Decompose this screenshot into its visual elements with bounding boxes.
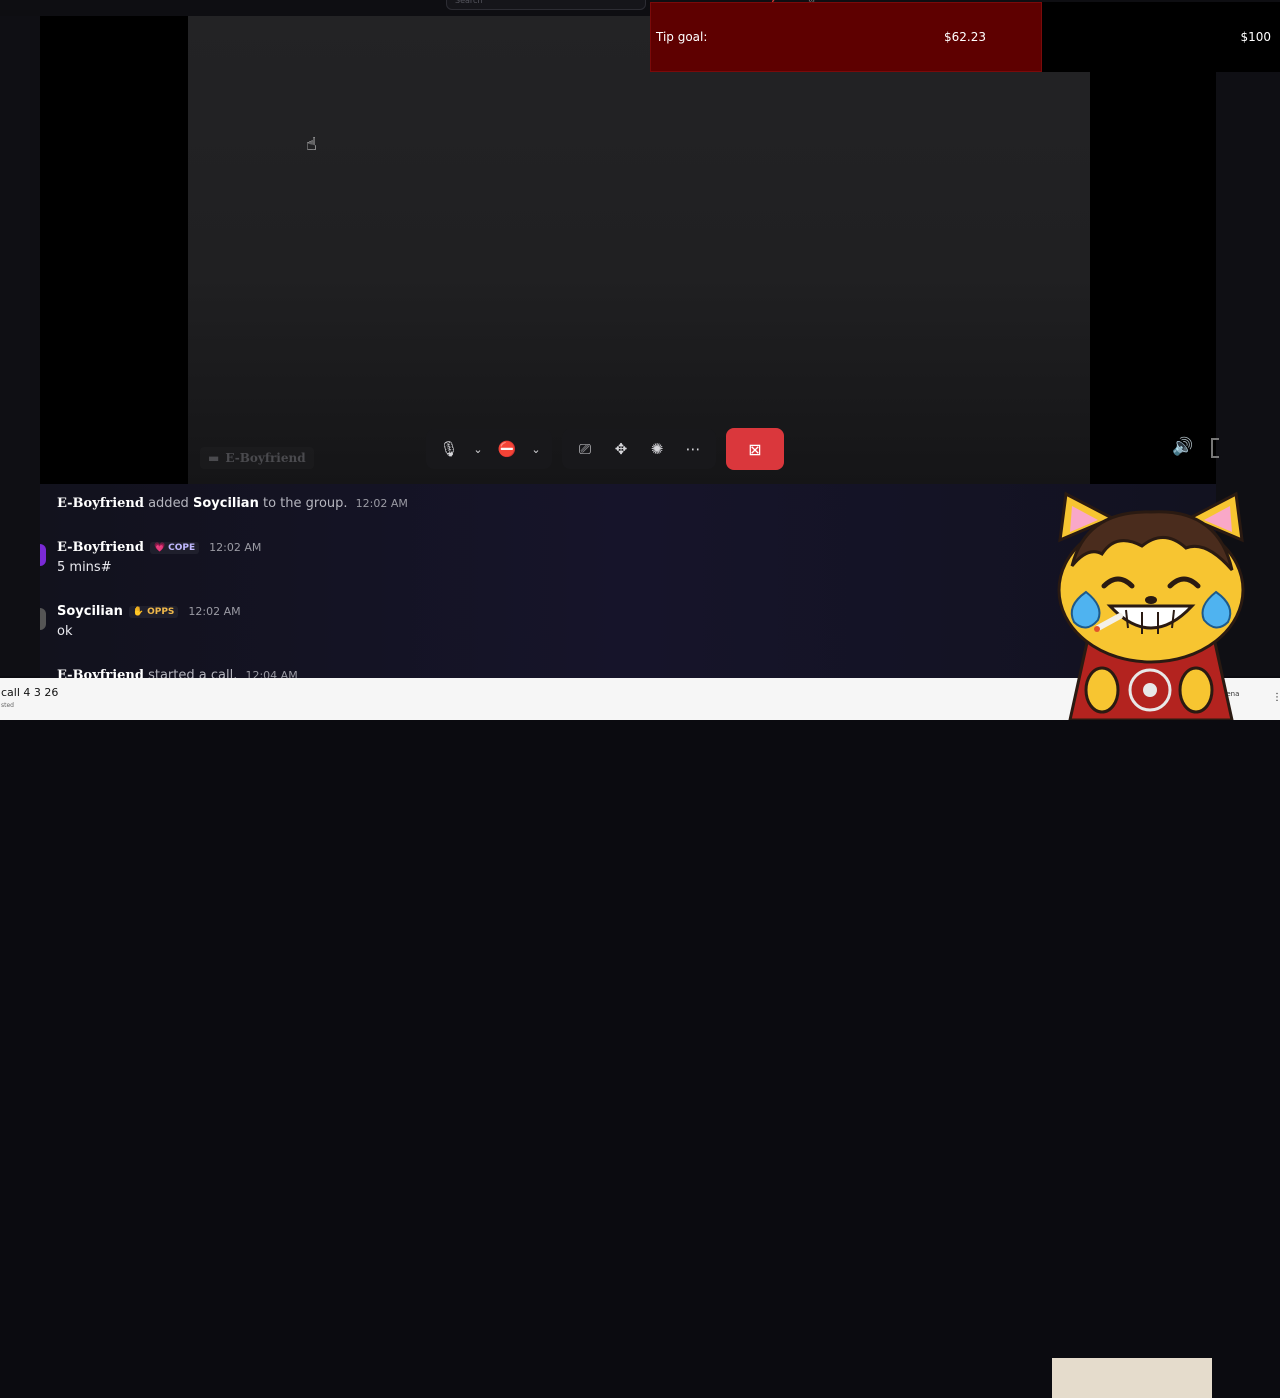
message-text: 5 mins#	[57, 560, 112, 575]
chevron-down-icon[interactable]: ⌄	[470, 434, 486, 464]
video-stream[interactable]	[188, 16, 1090, 484]
more-options-icon[interactable]: ⋮	[1272, 692, 1280, 703]
hand-cursor-icon: ☝	[306, 134, 317, 155]
avatar[interactable]	[40, 608, 46, 630]
left-edge	[0, 16, 40, 676]
message-author[interactable]: Soycilian	[57, 604, 123, 619]
more-icon[interactable]: ⋯	[678, 434, 708, 464]
video-subtitle: sted	[1, 702, 14, 709]
stream-name-label: ▬ E-Boyfriend	[200, 447, 314, 469]
system-target[interactable]: Soycilian	[193, 496, 259, 511]
activities-icon[interactable]: ✥	[606, 434, 636, 464]
soundboard-icon[interactable]: ✺	[642, 434, 672, 464]
chat-message: E-Boyfriend 💗 COPE 12:02 AM 5 mins#	[57, 540, 261, 575]
call-started-message: E-Boyfriend started a call. 12:04 AM	[57, 668, 298, 678]
microphone-icon[interactable]: 🎙	[434, 434, 464, 464]
message-header: E-Boyfriend 💗 COPE 12:02 AM	[57, 540, 261, 555]
camera-off-icon[interactable]: ⛔	[492, 434, 522, 464]
call-text: started a call.	[148, 668, 238, 678]
end-call-button[interactable]: ⊠	[726, 428, 784, 470]
message-text: ok	[57, 624, 73, 639]
role-tag-label: COPE	[168, 542, 196, 553]
system-suffix: to the group.	[262, 496, 348, 511]
role-tag: ✋ OPPS	[128, 605, 179, 618]
tip-goal-label: Tip goal:	[656, 30, 708, 44]
stream-name: E-Boyfriend	[225, 451, 306, 465]
avatar[interactable]	[40, 544, 46, 566]
search-input[interactable]: Search	[446, 0, 646, 10]
video-title[interactable]: call 4 3 26	[1, 686, 58, 699]
screen-icon: ▬	[208, 451, 220, 465]
screen-share-icon[interactable]: ⎚	[570, 434, 600, 464]
mascot-cat-image	[1057, 491, 1245, 720]
message-time: 12:02 AM	[209, 541, 262, 554]
chat-message: Soycilian ✋ OPPS 12:02 AM ok	[57, 604, 241, 639]
call-actor[interactable]: E-Boyfriend	[57, 668, 144, 678]
thumbnail[interactable]	[1052, 1358, 1212, 1398]
message-time: 12:02 AM	[188, 605, 241, 618]
hand-icon: ✋	[132, 606, 145, 617]
right-letterbox	[1090, 16, 1216, 484]
heart-icon: 💗	[153, 542, 166, 553]
system-time: 12:02 AM	[355, 497, 408, 510]
call-time: 12:04 AM	[245, 669, 298, 678]
tip-goal-target: $100	[1240, 30, 1271, 44]
message-author[interactable]: E-Boyfriend	[57, 540, 144, 555]
tip-goal-bar: Tip goal: $62.23 $100	[650, 2, 1280, 72]
role-tag-label: OPPS	[147, 606, 175, 617]
system-message: E-Boyfriend added Soycilian to the group…	[57, 496, 408, 511]
call-controls: 🎙 ⌄ ⛔ ⌄ ⎚ ✥ ✺ ⋯ ⊠	[426, 428, 784, 470]
role-tag: 💗 COPE	[149, 541, 200, 554]
chevron-down-icon[interactable]: ⌄	[528, 434, 544, 464]
system-action: added	[148, 496, 189, 511]
chat-panel: E-Boyfriend added Soycilian to the group…	[40, 484, 1216, 678]
mic-camera-group: 🎙 ⌄ ⛔ ⌄	[426, 429, 552, 469]
tip-goal-current: $62.23	[944, 30, 986, 44]
actions-group: ⎚ ✥ ✺ ⋯	[562, 429, 716, 469]
fullscreen-icon[interactable]	[1211, 438, 1219, 458]
leave-call-icon: ⊠	[748, 439, 762, 459]
left-letterbox	[40, 16, 188, 484]
system-actor[interactable]: E-Boyfriend	[57, 496, 144, 511]
message-header: Soycilian ✋ OPPS 12:02 AM	[57, 604, 241, 619]
volume-icon[interactable]: 🔊	[1172, 437, 1193, 457]
